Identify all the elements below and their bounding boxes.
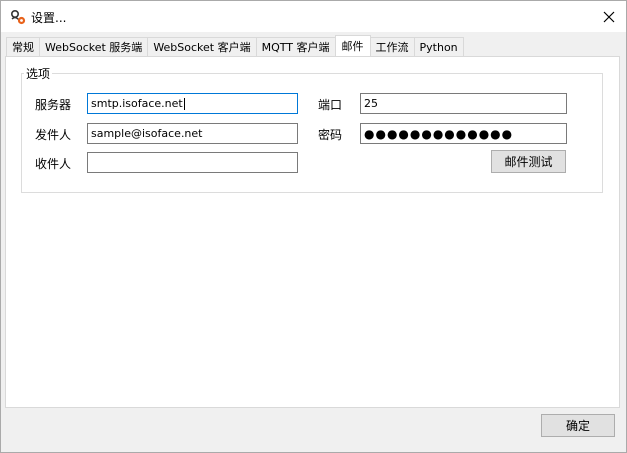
title-bar: 设置... (1, 1, 626, 32)
port-value: 25 (364, 97, 378, 110)
server-input[interactable]: smtp.isoface.net (87, 93, 298, 114)
password-mask: ●●●●●●●●●●●●● (364, 126, 514, 141)
tab-websocket-client[interactable]: WebSocket 客户端 (147, 37, 257, 56)
close-icon (603, 11, 615, 22)
settings-window: 设置... 常规 WebSocket 服务端 WebSocket 客户端 MQT… (0, 0, 627, 453)
sender-input[interactable]: sample@isoface.net (87, 123, 298, 144)
mail-test-button[interactable]: 邮件测试 (491, 150, 566, 173)
port-label: 端口 (318, 98, 343, 112)
ok-button[interactable]: 确定 (541, 414, 615, 437)
tab-mail[interactable]: 邮件 (334, 35, 371, 56)
options-legend: 选项 (24, 65, 53, 82)
recipient-label: 收件人 (35, 157, 72, 171)
password-input[interactable]: ●●●●●●●●●●●●● (360, 123, 567, 144)
sender-label: 发件人 (35, 128, 72, 142)
port-input[interactable]: 25 (360, 93, 567, 114)
window-title: 设置... (31, 11, 67, 25)
tab-workflow[interactable]: 工作流 (369, 37, 415, 56)
tab-general[interactable]: 常规 (6, 37, 40, 56)
close-button[interactable] (592, 1, 626, 32)
tab-strip: 常规 WebSocket 服务端 WebSocket 客户端 MQTT 客户端 … (6, 35, 464, 56)
sender-value: sample@isoface.net (91, 127, 203, 140)
server-label: 服务器 (35, 98, 72, 112)
text-caret (183, 97, 185, 110)
password-label: 密码 (318, 128, 343, 142)
tab-mqtt-client[interactable]: MQTT 客户端 (255, 37, 336, 56)
tab-websocket-server[interactable]: WebSocket 服务端 (39, 37, 149, 56)
server-value: smtp.isoface.net (91, 97, 183, 110)
app-icon (9, 8, 27, 26)
mail-tab-panel: 选项 服务器 smtp.isoface.net 端口 25 发件人 sample… (5, 56, 620, 408)
tab-python[interactable]: Python (413, 37, 464, 56)
recipient-input[interactable] (87, 152, 298, 173)
